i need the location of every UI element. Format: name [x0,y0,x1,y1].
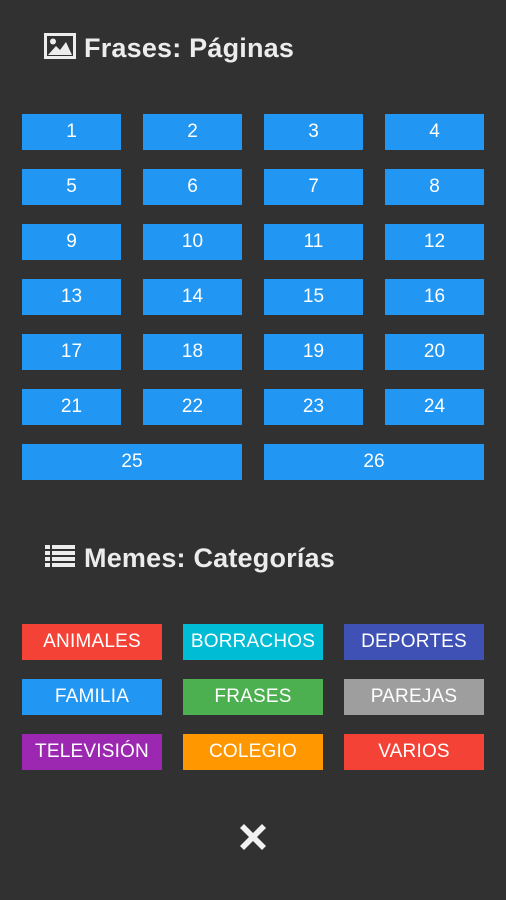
category-button-animales[interactable]: ANIMALES [22,624,162,660]
list-icon [44,543,76,574]
page-button-3[interactable]: 3 [264,114,363,150]
page-button-11[interactable]: 11 [264,224,363,260]
page-button-8[interactable]: 8 [385,169,484,205]
page-button-22[interactable]: 22 [143,389,242,425]
close-icon [238,822,268,857]
page-button-9[interactable]: 9 [22,224,121,260]
category-button-televisión[interactable]: TELEVISIÓN [22,734,162,770]
page-button-24[interactable]: 24 [385,389,484,425]
close-button[interactable] [236,822,270,856]
category-button-colegio[interactable]: COLEGIO [183,734,323,770]
category-button-familia[interactable]: FAMILIA [22,679,162,715]
category-button-parejas[interactable]: PAREJAS [344,679,484,715]
pages-grid: 1 2 3 4 5 6 7 8 9 10 11 12 13 14 15 16 17 18 19 20 21 22 23 24 2… [22,114,484,480]
page-button-4[interactable]: 4 [385,114,484,150]
page-button-7[interactable]: 7 [264,169,363,205]
category-button-frases[interactable]: FRASES [183,679,323,715]
page-button-12[interactable]: 12 [385,224,484,260]
page-button-5[interactable]: 5 [22,169,121,205]
page-button-25[interactable]: 25 [22,444,242,480]
memes-section-header: Memes: Categorías [44,543,335,574]
category-button-borrachos[interactable]: BORRACHOS [183,624,323,660]
page-button-26[interactable]: 26 [264,444,484,480]
page-button-2[interactable]: 2 [143,114,242,150]
category-button-varios[interactable]: VARIOS [344,734,484,770]
category-button-deportes[interactable]: DEPORTES [344,624,484,660]
page-button-14[interactable]: 14 [143,279,242,315]
memes-section-title: Memes: Categorías [84,543,335,573]
pages-section-title: Frases: Páginas [84,33,295,63]
page-button-10[interactable]: 10 [143,224,242,260]
categories-grid: ANIMALES BORRACHOS DEPORTES FAMILIA FRASES PA… [22,624,484,770]
page-button-23[interactable]: 23 [264,389,363,425]
page-button-15[interactable]: 15 [264,279,363,315]
image-icon [44,33,76,64]
page-button-20[interactable]: 20 [385,334,484,370]
page-button-19[interactable]: 19 [264,334,363,370]
page-button-21[interactable]: 21 [22,389,121,425]
page-button-17[interactable]: 17 [22,334,121,370]
page-button-16[interactable]: 16 [385,279,484,315]
page-button-13[interactable]: 13 [22,279,121,315]
pages-section-header: Frases: Páginas [44,33,294,64]
page-button-18[interactable]: 18 [143,334,242,370]
page-button-6[interactable]: 6 [143,169,242,205]
page-button-1[interactable]: 1 [22,114,121,150]
